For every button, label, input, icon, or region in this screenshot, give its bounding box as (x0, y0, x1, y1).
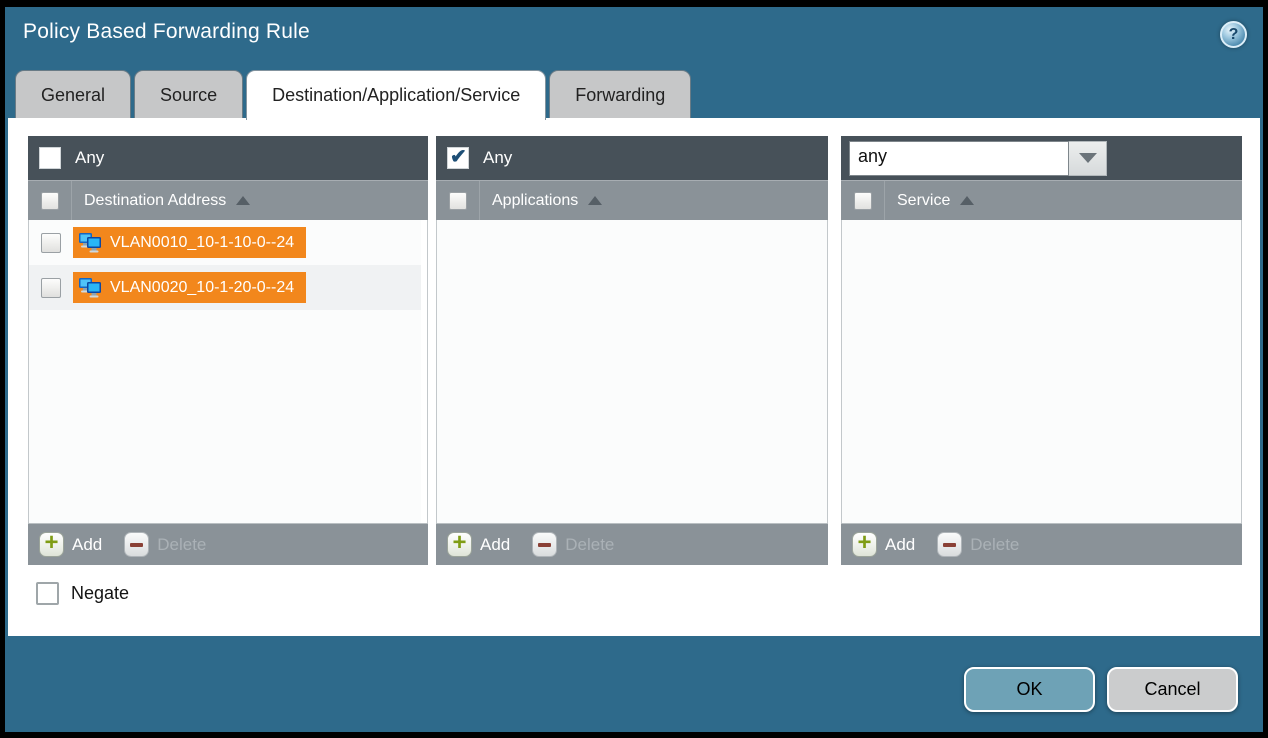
network-icon (78, 232, 103, 253)
destination-delete-button[interactable]: Delete (124, 532, 206, 557)
service-add-button[interactable]: + Add (852, 532, 915, 557)
applications-header-row: Applications (436, 180, 828, 220)
scrollbar-track[interactable] (421, 220, 427, 523)
negate-label: Negate (71, 583, 129, 604)
delete-icon (532, 532, 557, 557)
dropdown-arrow-icon (1079, 153, 1097, 163)
destination-any-checkbox[interactable] (39, 147, 61, 169)
delete-label: Delete (970, 535, 1019, 555)
applications-footer: + Add Delete (436, 523, 828, 565)
destination-list: VLAN0010_10-1-10-0--24 VLAN0020_10-1-20-… (28, 220, 428, 523)
applications-add-button[interactable]: + Add (447, 532, 510, 557)
destination-footer: + Add Delete (28, 523, 428, 565)
service-footer: + Add Delete (841, 523, 1242, 565)
applications-list (436, 220, 828, 523)
negate-row: Negate (36, 582, 1243, 605)
delete-icon (937, 532, 962, 557)
applications-select-all-cell (436, 181, 480, 220)
destination-rows: VLAN0010_10-1-10-0--24 VLAN0020_10-1-20-… (29, 220, 421, 310)
service-column: any Service + (841, 136, 1242, 565)
delete-label: Delete (157, 535, 206, 555)
row-checkbox[interactable] (41, 233, 61, 253)
destination-select-all-checkbox[interactable] (41, 192, 59, 210)
applications-select-all-checkbox[interactable] (449, 192, 467, 210)
ok-button[interactable]: OK (964, 667, 1095, 712)
add-icon: + (39, 532, 64, 557)
destination-address-column: Any Destination Address (28, 136, 428, 565)
help-glyph: ? (1229, 26, 1239, 44)
tab-destination-application-service[interactable]: Destination/Application/Service (246, 70, 546, 120)
service-dropdown-bar: any (841, 136, 1242, 180)
service-dropdown-value[interactable]: any (849, 141, 1069, 176)
address-object-chip[interactable]: VLAN0010_10-1-10-0--24 (73, 227, 306, 258)
applications-column: Any Applications + Add (436, 136, 828, 565)
tab-general[interactable]: General (15, 70, 131, 118)
add-label: Add (72, 535, 102, 555)
row-checkbox[interactable] (41, 278, 61, 298)
help-icon[interactable]: ? (1220, 21, 1247, 48)
delete-label: Delete (565, 535, 614, 555)
dialog-actions: OK Cancel (964, 667, 1238, 712)
columns-container: Any Destination Address (28, 136, 1243, 565)
negate-checkbox[interactable] (36, 582, 59, 605)
applications-column-header[interactable]: Applications (492, 192, 578, 210)
applications-any-checkbox[interactable] (447, 147, 469, 169)
service-column-header[interactable]: Service (897, 192, 950, 210)
tab-source[interactable]: Source (134, 70, 243, 118)
tab-content-panel: Any Destination Address (8, 118, 1260, 636)
applications-any-bar: Any (436, 136, 828, 180)
service-list (841, 220, 1242, 523)
service-header-row: Service (841, 180, 1242, 220)
network-icon (78, 277, 103, 298)
service-dropdown: any (849, 141, 1107, 176)
cancel-button[interactable]: Cancel (1107, 667, 1238, 712)
address-object-chip[interactable]: VLAN0020_10-1-20-0--24 (73, 272, 306, 303)
service-delete-button[interactable]: Delete (937, 532, 1019, 557)
applications-delete-button[interactable]: Delete (532, 532, 614, 557)
table-row[interactable]: VLAN0020_10-1-20-0--24 (29, 265, 421, 310)
sort-asc-icon[interactable] (960, 196, 974, 205)
row-checkbox-cell (29, 278, 73, 298)
add-label: Add (885, 535, 915, 555)
sort-asc-icon[interactable] (588, 196, 602, 205)
destination-any-label: Any (75, 148, 104, 168)
applications-any-label: Any (483, 148, 512, 168)
sort-asc-icon[interactable] (236, 196, 250, 205)
add-label: Add (480, 535, 510, 555)
table-row[interactable]: VLAN0010_10-1-10-0--24 (29, 220, 421, 265)
address-object-label: VLAN0010_10-1-10-0--24 (110, 234, 294, 252)
destination-select-all-cell (28, 181, 72, 220)
service-dropdown-button[interactable] (1069, 141, 1107, 176)
add-icon: + (447, 532, 472, 557)
address-object-label: VLAN0020_10-1-20-0--24 (110, 279, 294, 297)
delete-icon (124, 532, 149, 557)
dialog-window: Policy Based Forwarding Rule ? General S… (5, 7, 1263, 732)
row-checkbox-cell (29, 233, 73, 253)
destination-add-button[interactable]: + Add (39, 532, 102, 557)
destination-any-bar: Any (28, 136, 428, 180)
add-icon: + (852, 532, 877, 557)
service-select-all-cell (841, 181, 885, 220)
destination-column-header[interactable]: Destination Address (84, 192, 226, 210)
service-select-all-checkbox[interactable] (854, 192, 872, 210)
dialog-title: Policy Based Forwarding Rule (23, 20, 310, 44)
tab-bar: General Source Destination/Application/S… (15, 70, 691, 119)
destination-header-row: Destination Address (28, 180, 428, 220)
tab-forwarding[interactable]: Forwarding (549, 70, 691, 118)
